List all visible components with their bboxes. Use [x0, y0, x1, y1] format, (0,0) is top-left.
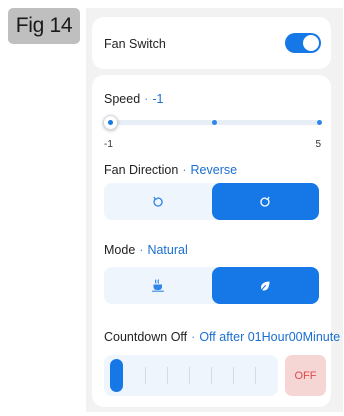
speed-slider-tick	[317, 120, 322, 125]
direction-value: Reverse	[190, 163, 238, 177]
speed-separator: ·	[144, 92, 149, 106]
speed-slider-track[interactable]	[108, 120, 322, 125]
speed-slider-thumb[interactable]	[103, 115, 118, 130]
countdown-tick	[167, 367, 168, 384]
figure-label: Fig 14	[8, 8, 80, 44]
controls-card: Speed·-1 -1 5 Fan Direction·Reverse	[92, 75, 340, 407]
countdown-tick	[233, 367, 234, 384]
speed-value: -1	[152, 92, 164, 106]
direction-reverse-button[interactable]	[211, 183, 319, 220]
countdown-label: Countdown Off	[104, 330, 188, 344]
leaf-icon	[260, 281, 270, 291]
countdown-separator: ·	[191, 330, 196, 344]
mode-title: Mode · Natural	[104, 243, 188, 257]
direction-separator: ·	[182, 163, 187, 177]
fan-switch-label: Fan Switch	[104, 37, 166, 51]
speed-max-label: 5	[315, 139, 321, 150]
rotate-ccw-icon	[153, 196, 163, 207]
direction-selector	[104, 183, 319, 220]
mode-separator: ·	[139, 243, 144, 257]
mode-natural-button[interactable]	[211, 267, 319, 304]
speed-min-label: -1	[104, 139, 113, 150]
countdown-tick	[211, 367, 212, 384]
countdown-slider[interactable]	[104, 355, 278, 396]
direction-title: Fan Direction · Reverse	[104, 163, 237, 177]
countdown-off-button[interactable]: OFF	[285, 355, 326, 396]
countdown-tick	[189, 367, 190, 384]
coffee-cup-icon	[151, 279, 164, 292]
speed-label: Speed	[104, 92, 141, 106]
direction-label: Fan Direction	[104, 163, 179, 177]
device-control-panel: Fan Switch Speed · -1 -1 5 Fan Direction · R…	[86, 8, 343, 412]
mode-label: Mode	[104, 243, 136, 257]
countdown-tick	[145, 367, 146, 384]
mode-selector	[104, 267, 319, 304]
fan-switch-toggle[interactable]	[285, 33, 321, 53]
countdown-value: Off after 01Hour00Minute	[199, 330, 341, 344]
speed-title: Speed · -1	[104, 92, 163, 106]
fan-switch-card: Fan Switch	[92, 17, 331, 69]
countdown-title: Countdown Off · Off after 01Hour00Minute	[104, 330, 340, 344]
toggle-knob	[303, 35, 319, 51]
countdown-slider-handle[interactable]	[110, 359, 123, 392]
speed-slider-tick	[212, 120, 217, 125]
countdown-tick	[255, 367, 256, 384]
mode-normal-button[interactable]	[104, 267, 212, 304]
mode-value: Natural	[147, 243, 188, 257]
direction-forward-button[interactable]	[104, 183, 212, 220]
rotate-cw-icon	[260, 196, 270, 207]
